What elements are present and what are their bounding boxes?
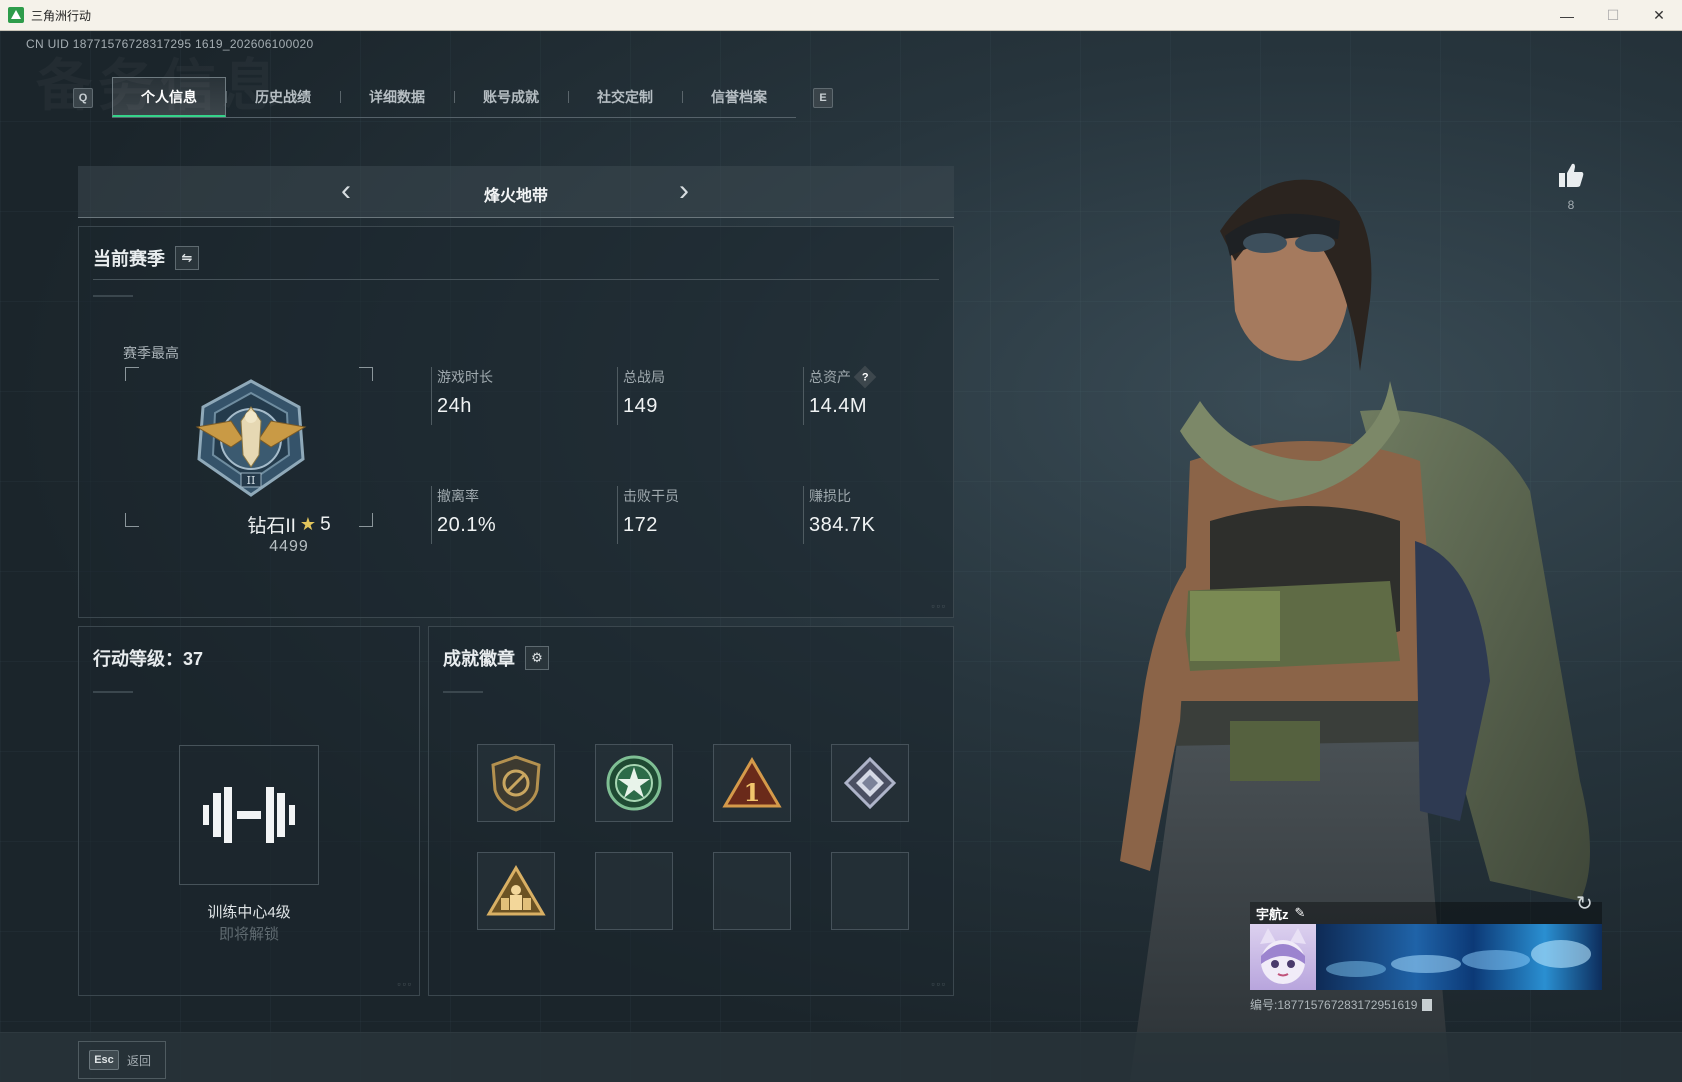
mode-title: 烽火地带	[483, 188, 548, 205]
tab-bar: 个人信息 历史战绩 详细数据 账号成就 社交定制 信誉档案	[112, 77, 796, 118]
app-logo-icon	[8, 7, 24, 23]
diamond-rank-emblem-icon: II	[195, 379, 307, 497]
uid-text: CN UID 18771576728317295 1619_2026061000…	[26, 37, 314, 51]
facility-tile[interactable]	[179, 745, 319, 885]
tab-personal-info[interactable]: 个人信息	[112, 77, 226, 117]
star-wreath-badge-icon[interactable]	[595, 744, 673, 822]
chevron-right-icon[interactable]: ›	[672, 176, 696, 206]
footer-bar: Esc 返回	[0, 1032, 1682, 1082]
stat-label: 赚损比	[809, 488, 851, 504]
player-id-row: 编号:187715767283172951619	[1250, 996, 1602, 1013]
window-controls: — ☐ ✕	[1544, 0, 1682, 31]
frame-corner	[359, 367, 373, 381]
tab-prev-key[interactable]: Q	[73, 88, 93, 108]
facility-status: 即将解锁	[218, 926, 279, 943]
tab-achievements[interactable]: 账号成就	[454, 77, 568, 117]
tab-reputation[interactable]: 信誉档案	[682, 77, 796, 117]
season-best-label: 赛季最高	[123, 345, 179, 361]
frame-corner	[125, 513, 139, 527]
svg-text:II: II	[247, 474, 256, 487]
back-label: 返回	[127, 1053, 152, 1068]
window-title: 三角洲行动	[31, 8, 92, 23]
stat-operators-defeated: 击败干员 172	[617, 486, 777, 544]
empty-badge-slot[interactable]	[831, 852, 909, 930]
level-panel: 行动等级：37 训练中心4级 即将解锁 ▫▫▫	[78, 626, 420, 996]
copy-icon[interactable]	[1421, 998, 1432, 1011]
rank-stars: 5	[320, 513, 331, 535]
refresh-icon[interactable]: ↻	[1576, 891, 1600, 915]
soldier-triangle-badge-icon[interactable]	[477, 852, 555, 930]
achievements-title-row: 成就徽章 ⚙	[443, 645, 549, 671]
player-name-row: 宇航z ✎	[1250, 902, 1602, 924]
rank-score: 4499	[269, 538, 309, 555]
stat-value: 149	[623, 395, 658, 417]
stat-value: 172	[623, 514, 658, 536]
crystal-badge-icon[interactable]	[831, 744, 909, 822]
season-title-row: 当前赛季 ⇋	[93, 245, 199, 271]
stat-profit-loss-ratio: 赚损比 384.7K	[803, 486, 963, 544]
facility-name: 训练中心4级	[207, 904, 291, 921]
back-button[interactable]: Esc 返回	[78, 1041, 166, 1079]
stat-value: 20.1%	[437, 514, 497, 536]
panel-corner-dots: ▫▫▫	[397, 979, 413, 989]
divider	[93, 279, 939, 280]
stat-label-row: 总资产 ?	[809, 365, 963, 389]
esc-key: Esc	[89, 1050, 119, 1070]
banner-background-image	[1316, 924, 1602, 990]
svg-text:1: 1	[744, 778, 761, 807]
season-panel: 当前赛季 ⇋ 赛季最高 II 钻石II ★ 5 4499 游戏时长 24h 总战…	[78, 226, 954, 618]
help-icon[interactable]: ?	[853, 365, 877, 389]
tab-social[interactable]: 社交定制	[568, 77, 682, 117]
swap-icon[interactable]: ⇋	[175, 246, 199, 270]
stat-label: 击败干员	[623, 488, 679, 504]
player-card[interactable]: 宇航z ✎ 编号:187715767283172951619	[1250, 902, 1602, 1013]
tab-history[interactable]: 历史战绩	[226, 77, 340, 117]
frame-corner	[125, 367, 139, 381]
stat-extraction-rate: 撤离率 20.1%	[431, 486, 591, 544]
stat-value: 14.4M	[809, 395, 868, 417]
empty-badge-slot[interactable]	[595, 852, 673, 930]
stat-total-assets: 总资产 ? 14.4M	[803, 365, 963, 425]
stat-value: 24h	[437, 395, 472, 417]
triangle-one-badge-icon[interactable]: 1	[713, 744, 791, 822]
decor-line	[93, 295, 133, 297]
stat-label: 总资产	[809, 369, 851, 385]
decor-line	[93, 691, 133, 693]
dumbbell-icon	[203, 787, 295, 843]
stat-label: 总战局	[623, 369, 665, 385]
player-id: 编号:187715767283172951619	[1250, 998, 1418, 1012]
minimize-button[interactable]: —	[1544, 0, 1590, 31]
player-name: 宇航z	[1256, 906, 1289, 922]
game-viewport: 备务信息 CN UID 18771576728317295 1619_20260…	[0, 31, 1682, 1082]
window-titlebar: 三角洲行动 — ☐ ✕	[0, 0, 1682, 31]
stat-label: 撤离率	[437, 488, 479, 504]
tab-detailed-data[interactable]: 详细数据	[340, 77, 454, 117]
mode-selector: ‹ 烽火地带 ›	[78, 166, 954, 218]
star-icon: ★	[299, 514, 317, 534]
decor-line	[443, 691, 483, 693]
tab-next-key[interactable]: E	[813, 88, 833, 108]
season-title: 当前赛季	[93, 249, 165, 269]
rank-name-row: 钻石II ★ 5	[169, 511, 409, 538]
stat-value: 384.7K	[809, 514, 876, 536]
achievements-panel: 成就徽章 ⚙ 1 ▫▫▫	[428, 626, 954, 996]
level-title: 行动等级：37	[93, 649, 204, 669]
panel-corner-dots: ▫▫▫	[931, 979, 947, 989]
panel-corner-dots: ▫▫▫	[931, 601, 947, 611]
pencil-icon[interactable]: ✎	[1295, 905, 1306, 921]
stat-total-matches: 总战局 149	[617, 367, 777, 425]
gear-icon[interactable]: ⚙	[525, 646, 549, 670]
empty-badge-slot[interactable]	[713, 852, 791, 930]
rank-name: 钻石II	[247, 516, 296, 537]
maximize-button[interactable]: ☐	[1590, 0, 1636, 31]
avatar[interactable]	[1250, 924, 1316, 990]
shield-badge-icon[interactable]	[477, 744, 555, 822]
stat-label: 游戏时长	[437, 369, 493, 385]
player-banner	[1250, 924, 1602, 990]
achievements-title: 成就徽章	[443, 649, 515, 669]
close-button[interactable]: ✕	[1636, 0, 1682, 31]
stat-play-time: 游戏时长 24h	[431, 367, 591, 425]
